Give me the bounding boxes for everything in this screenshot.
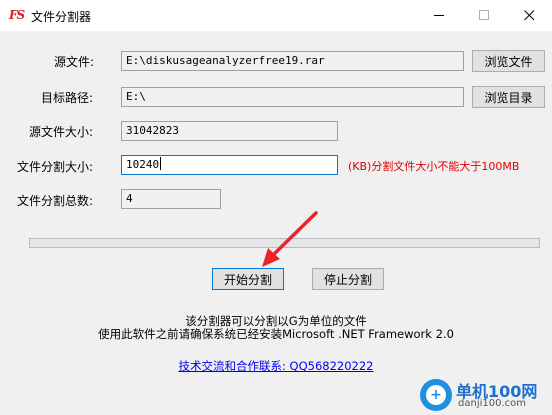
target-path-label: 目标路径: xyxy=(41,91,94,105)
site-watermark: + 单机100网 danji100.com xyxy=(418,372,552,415)
window-title: 文件分割器 xyxy=(31,10,92,24)
app-logo-icon: FS xyxy=(9,8,25,22)
maximize-icon xyxy=(478,10,489,20)
maximize-button[interactable] xyxy=(461,0,507,31)
close-icon xyxy=(523,10,534,21)
split-size-hint: (KB)分割文件大小不能大于100MB xyxy=(348,160,520,173)
title-bar[interactable]: FS 文件分割器 xyxy=(0,0,552,31)
minimize-icon xyxy=(433,15,444,16)
source-file-label: 源文件: xyxy=(54,55,95,69)
start-split-button[interactable]: 开始分割 xyxy=(212,268,284,290)
split-size-input[interactable]: 10240 xyxy=(121,155,338,175)
split-count-field: 4 xyxy=(121,189,221,209)
split-count-label: 文件分割总数: xyxy=(17,194,94,208)
watermark-logo-icon: + xyxy=(420,379,452,411)
split-progress-bar xyxy=(29,238,540,248)
split-size-label: 文件分割大小: xyxy=(17,160,94,174)
stop-split-button[interactable]: 停止分割 xyxy=(312,268,384,290)
browse-file-button[interactable]: 浏览文件 xyxy=(472,50,545,72)
source-file-field[interactable]: E:\diskusageanalyzerfree19.rar xyxy=(121,51,464,71)
source-size-field: 31042823 xyxy=(121,121,338,141)
app-window: FS 文件分割器 源文件: E:\diskusageanalyzerfree19… xyxy=(0,0,552,415)
info-line-2: 使用此软件之前请确保系统已经安装Microsoft .NET Framework… xyxy=(98,327,454,341)
close-button[interactable] xyxy=(506,0,552,31)
text-cursor xyxy=(160,157,162,170)
minimize-button[interactable] xyxy=(416,0,462,31)
target-path-field[interactable]: E:\ xyxy=(121,87,464,107)
split-size-value: 10240 xyxy=(126,158,160,171)
source-size-label: 源文件大小: xyxy=(29,125,94,139)
browse-directory-button[interactable]: 浏览目录 xyxy=(472,86,545,108)
watermark-subtitle: danji100.com xyxy=(458,398,526,409)
